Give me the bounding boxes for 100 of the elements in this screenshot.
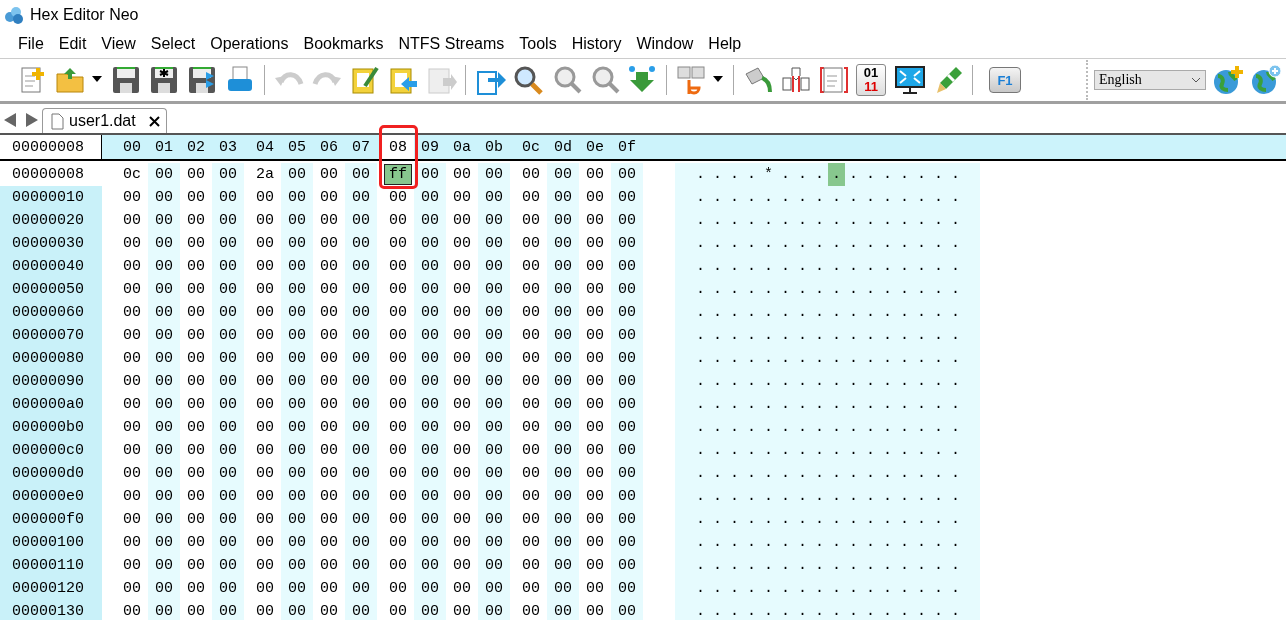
bracket-document-icon[interactable] [818,64,850,96]
hex-byte[interactable]: 00 [320,327,338,344]
hex-byte[interactable]: 00 [256,350,274,367]
hex-byte[interactable]: 00 [320,580,338,597]
hex-byte[interactable]: 00 [256,442,274,459]
close-icon[interactable] [148,115,160,127]
hex-byte[interactable]: 00 [187,511,205,528]
hex-byte[interactable]: 00 [256,258,274,275]
hex-byte[interactable]: 00 [453,304,471,321]
hex-byte[interactable]: 00 [522,258,540,275]
hex-byte[interactable]: 00 [320,603,338,620]
hex-byte[interactable]: 00 [453,258,471,275]
hex-byte[interactable]: 00 [453,281,471,298]
hex-byte[interactable]: 00 [453,580,471,597]
hex-byte[interactable]: 00 [320,350,338,367]
hex-byte[interactable]: 00 [453,166,471,183]
hex-byte[interactable]: 00 [586,396,604,413]
hex-byte[interactable]: 00 [453,373,471,390]
hex-byte[interactable]: 00 [187,281,205,298]
menu-item[interactable]: Operations [210,35,289,53]
menu-item[interactable]: Edit [58,35,87,53]
hex-byte[interactable]: 00 [187,465,205,482]
hex-byte[interactable]: 00 [389,373,407,390]
hex-byte[interactable]: 00 [453,511,471,528]
hex-byte[interactable]: 00 [522,373,540,390]
hex-byte[interactable]: 00 [389,488,407,505]
hex-byte[interactable]: 00 [586,212,604,229]
hex-byte[interactable]: 00 [187,350,205,367]
hex-byte[interactable]: 00 [256,603,274,620]
hex-byte[interactable]: 00 [320,304,338,321]
hex-byte[interactable]: 00 [586,189,604,206]
hex-byte[interactable]: 00 [256,396,274,413]
hex-byte[interactable]: 00 [522,557,540,574]
selected-byte[interactable]: ff [384,164,412,185]
tab-scroll-arrows-icon[interactable] [4,112,38,128]
hex-byte[interactable]: 00 [187,442,205,459]
hex-byte[interactable]: 00 [522,212,540,229]
hex-byte[interactable]: 00 [522,419,540,436]
hex-byte[interactable]: 00 [123,511,141,528]
hex-byte[interactable]: 00 [389,327,407,344]
hex-byte[interactable]: 00 [453,212,471,229]
hex-byte[interactable]: 00 [453,442,471,459]
hex-byte[interactable]: 00 [187,488,205,505]
fullscreen-monitor-icon[interactable] [894,64,926,96]
menu-item[interactable]: History [571,35,622,53]
hex-byte[interactable]: 00 [123,304,141,321]
hex-byte[interactable]: 00 [522,511,540,528]
hex-byte[interactable]: 00 [389,350,407,367]
hex-byte[interactable]: 00 [389,511,407,528]
caret-icon[interactable] [1191,76,1201,84]
hex-byte[interactable]: 00 [320,396,338,413]
hex-byte[interactable]: 00 [187,166,205,183]
hex-byte[interactable]: 00 [586,442,604,459]
hex-byte[interactable]: 00 [389,396,407,413]
hex-byte[interactable]: 00 [123,350,141,367]
save-all-icon[interactable] [186,64,218,96]
hex-byte[interactable]: 00 [256,235,274,252]
hex-byte[interactable]: 00 [123,281,141,298]
hex-byte[interactable]: 00 [123,419,141,436]
hex-byte[interactable]: 00 [586,281,604,298]
hex-byte[interactable]: 00 [256,327,274,344]
hex-byte[interactable]: 00 [256,534,274,551]
hex-byte[interactable]: 00 [123,557,141,574]
hex-byte[interactable]: 00 [320,189,338,206]
hex-byte[interactable]: 00 [123,442,141,459]
hex-byte[interactable]: 00 [389,212,407,229]
hex-byte[interactable]: 00 [522,235,540,252]
bits-button[interactable]: 01 11 [856,64,886,96]
hex-byte[interactable]: 00 [123,373,141,390]
hex-byte[interactable]: 00 [586,580,604,597]
hex-byte[interactable]: 00 [389,304,407,321]
caret-icon[interactable] [713,76,723,84]
hex-byte[interactable]: 00 [586,465,604,482]
hex-byte[interactable]: 00 [256,304,274,321]
hex-byte[interactable]: 00 [522,580,540,597]
hex-byte[interactable]: 00 [123,534,141,551]
hex-byte[interactable]: 00 [123,465,141,482]
hex-byte[interactable]: 00 [522,442,540,459]
hex-byte[interactable]: 00 [389,235,407,252]
hex-byte[interactable]: 00 [123,580,141,597]
hex-byte[interactable]: 00 [389,534,407,551]
hex-byte[interactable]: 00 [522,603,540,620]
hex-byte[interactable]: 00 [187,304,205,321]
hex-byte[interactable]: 00 [187,603,205,620]
hex-byte[interactable]: 00 [389,281,407,298]
hex-byte[interactable]: 00 [256,488,274,505]
save-as-icon[interactable] [148,64,180,96]
hex-byte[interactable]: 00 [320,488,338,505]
hex-byte[interactable]: 00 [586,258,604,275]
hex-byte[interactable]: 00 [453,189,471,206]
hex-byte[interactable]: 00 [187,235,205,252]
hex-byte[interactable]: 00 [453,534,471,551]
hex-byte[interactable]: 00 [187,258,205,275]
hex-byte[interactable]: 00 [389,603,407,620]
menu-item[interactable]: Help [708,35,742,53]
hex-byte[interactable]: 00 [123,212,141,229]
hex-byte[interactable]: 00 [320,212,338,229]
hex-byte[interactable]: 00 [522,465,540,482]
hex-byte[interactable]: 00 [187,557,205,574]
hex-byte[interactable]: 00 [522,304,540,321]
